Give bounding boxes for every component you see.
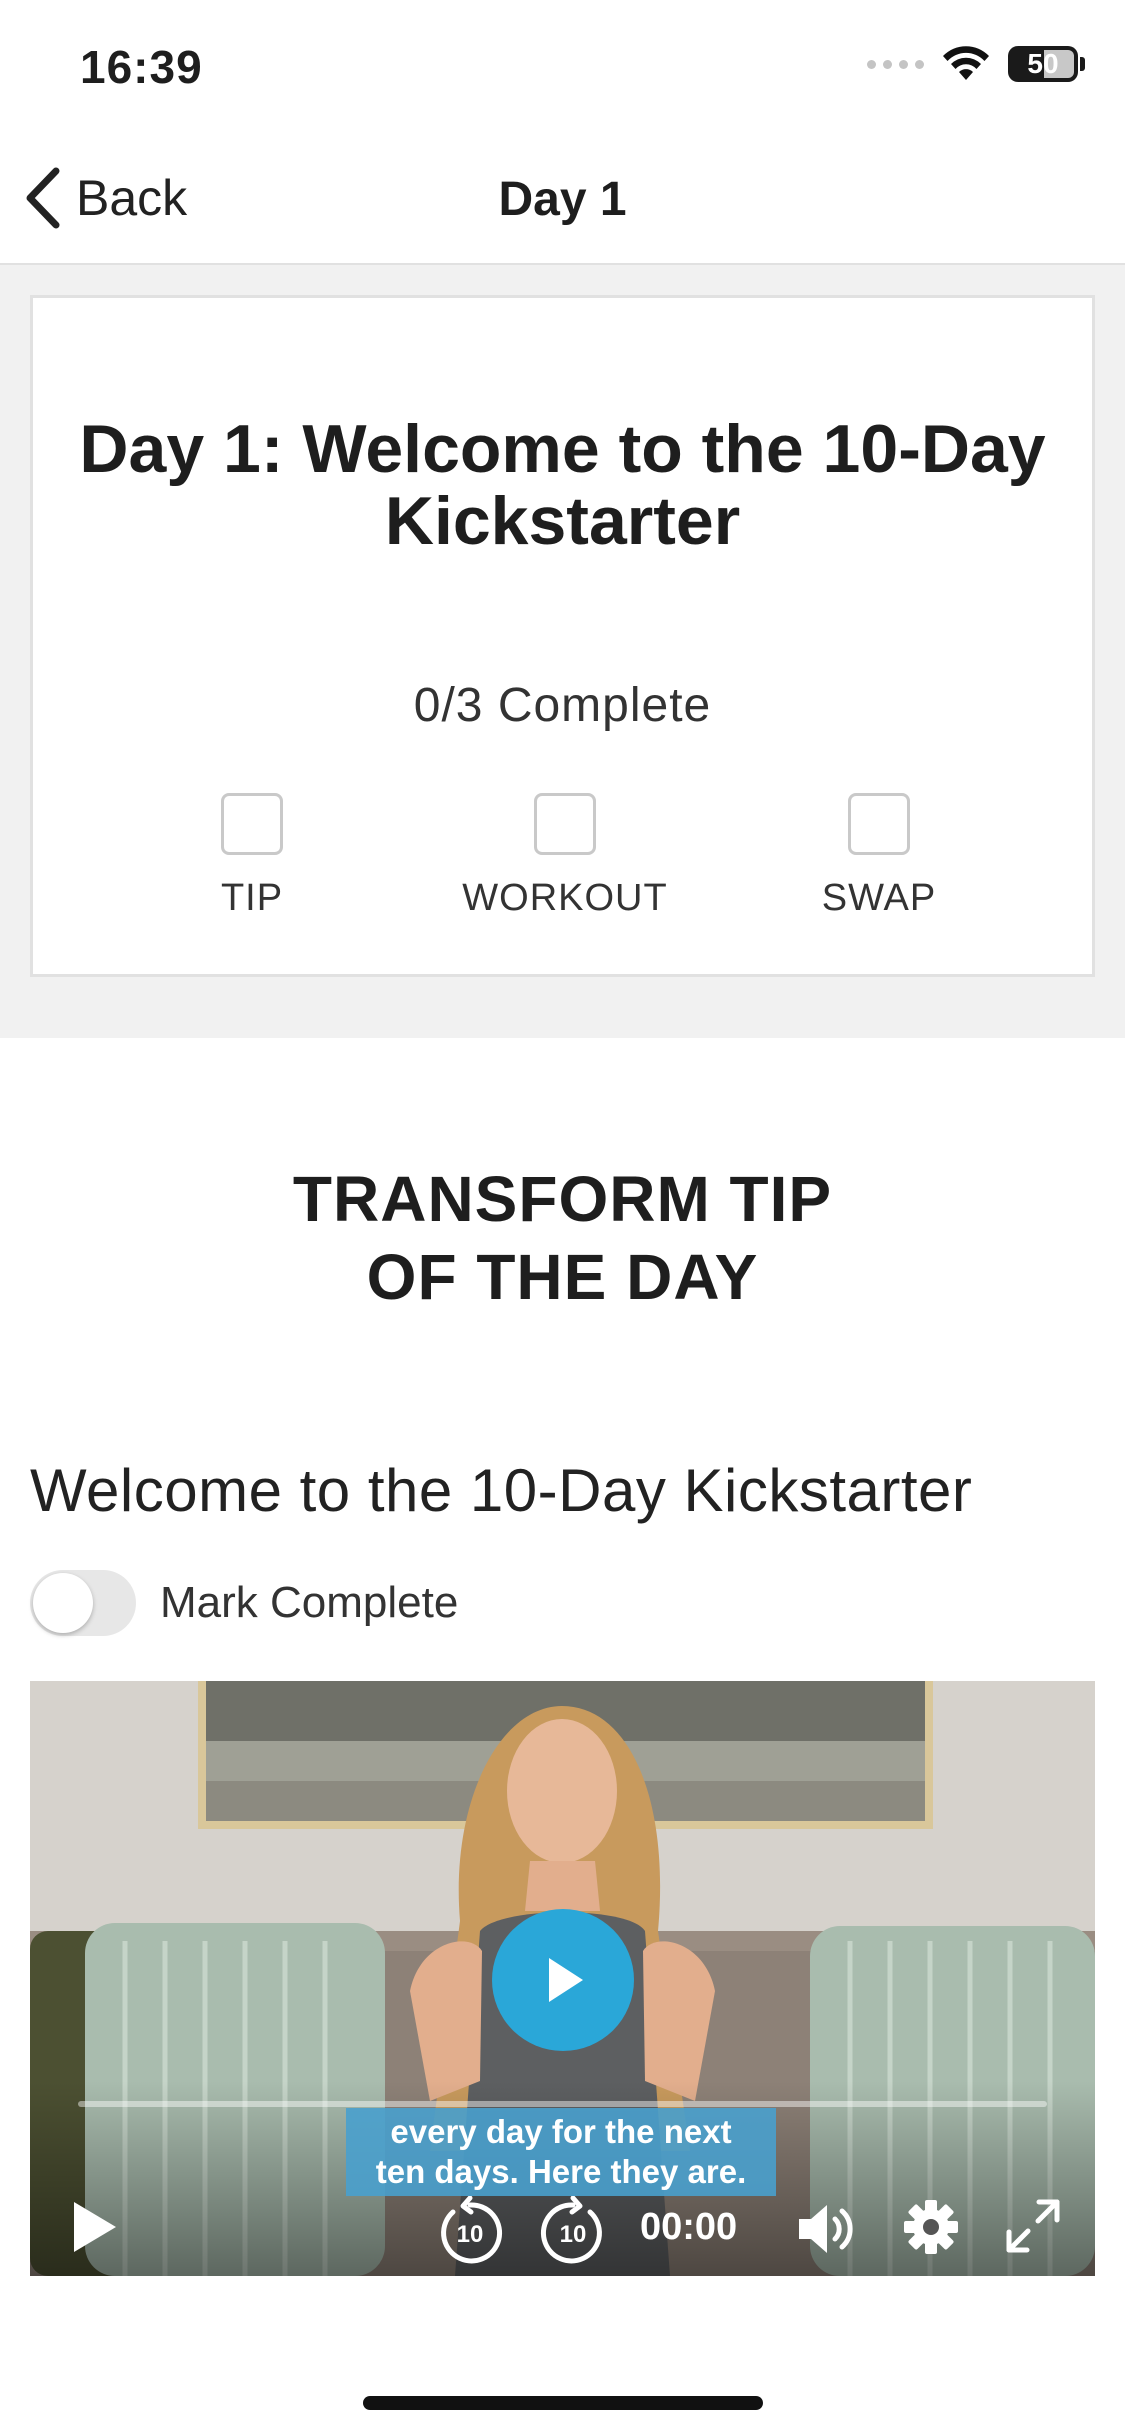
- play-icon: [549, 1958, 583, 2002]
- mark-complete-row: Mark Complete: [30, 1570, 458, 1636]
- video-controls: 10 10 00:00: [30, 2146, 1095, 2276]
- rewind-10-icon: 10: [441, 2195, 503, 2264]
- forward-10-button[interactable]: 10: [538, 2195, 608, 2271]
- gear-icon: [904, 2200, 958, 2254]
- complete-count: 0/3 Complete: [413, 679, 712, 732]
- section-heading-line1: TRANSFORM TIP: [292, 1163, 833, 1235]
- progress-card: Day 1: Welcome to the 10-Day Kickstarter…: [30, 295, 1095, 977]
- volume-button[interactable]: [795, 2201, 857, 2262]
- status-time: 16:39: [80, 41, 203, 93]
- battery-icon: 50: [1008, 46, 1078, 82]
- nav-title: Day 1: [498, 173, 627, 226]
- checklist-item-workout: WORKOUT: [435, 793, 695, 920]
- checklist-label: TIP: [220, 877, 284, 919]
- section-heading-line2: OF THE DAY: [366, 1241, 759, 1313]
- settings-button[interactable]: [902, 2198, 960, 2261]
- checklist-item-tip: TIP: [122, 793, 382, 920]
- wifi-icon: [943, 46, 989, 80]
- play-button[interactable]: [68, 2198, 120, 2261]
- fullscreen-icon: [1006, 2199, 1060, 2253]
- forward-seconds: 10: [560, 2221, 587, 2248]
- section-heading: TRANSFORM TIP OF THE DAY: [0, 1160, 1125, 1316]
- play-overlay-button[interactable]: [492, 1909, 634, 2051]
- status-bar: 16:39 50: [0, 0, 1125, 140]
- checklist-item-swap: SWAP: [749, 793, 1009, 920]
- video-timecode: 00:00: [640, 2206, 738, 2248]
- navigation-bar: Back Day 1: [0, 140, 1125, 265]
- workout-checkbox[interactable]: [534, 793, 596, 855]
- swap-checkbox[interactable]: [848, 793, 910, 855]
- mark-complete-label: Mark Complete: [160, 1578, 459, 1627]
- home-indicator: [363, 2396, 763, 2410]
- toggle-knob: [33, 1573, 93, 1633]
- volume-icon: [799, 2205, 853, 2253]
- status-icons: 50: [867, 46, 1085, 82]
- rewind-seconds: 10: [457, 2221, 484, 2248]
- rewind-10-button[interactable]: 10: [435, 2195, 505, 2271]
- progress-section: Day 1: Welcome to the 10-Day Kickstarter…: [0, 265, 1125, 1038]
- checklist-label: WORKOUT: [462, 877, 668, 919]
- fullscreen-button[interactable]: [1005, 2198, 1061, 2259]
- checklist-label: SWAP: [821, 877, 937, 919]
- tip-checkbox[interactable]: [221, 793, 283, 855]
- video-player[interactable]: every day for the next ten days. Here th…: [30, 1681, 1095, 2276]
- mark-complete-toggle[interactable]: [30, 1570, 136, 1636]
- video-title: Welcome to the 10-Day Kickstarter: [30, 1457, 973, 1524]
- cellular-signal-icon: [867, 59, 924, 69]
- battery-level: 50: [1027, 48, 1059, 79]
- day-title: Day 1: Welcome to the 10-Day Kickstarter: [79, 411, 1046, 559]
- forward-10-icon: 10: [540, 2195, 602, 2264]
- play-icon: [74, 2202, 116, 2252]
- video-progress-bar[interactable]: [78, 2101, 1047, 2107]
